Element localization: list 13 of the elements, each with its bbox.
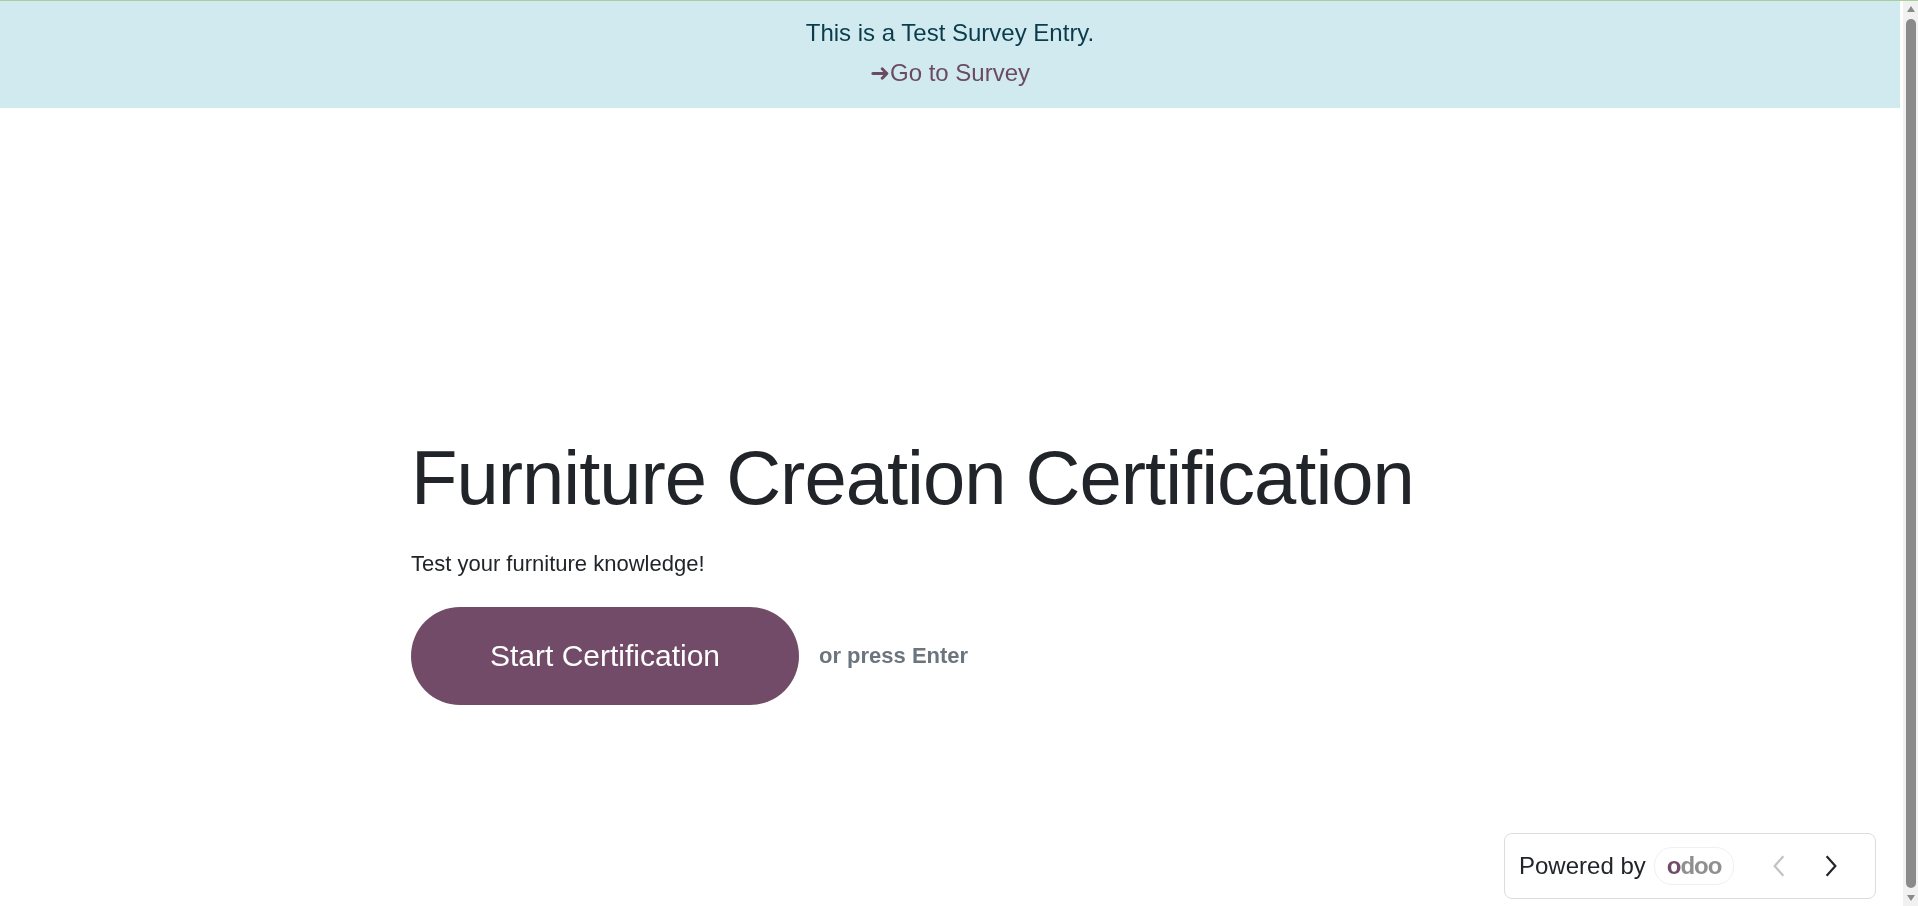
survey-description: Test your furniture knowledge! [411, 551, 706, 578]
next-icon[interactable] [1824, 854, 1839, 878]
odoo-logo[interactable]: odoo [1653, 847, 1735, 885]
banner-message: This is a Test Survey Entry. [805, 19, 1095, 47]
survey-title: Furniture Creation Certification [411, 434, 1415, 522]
scroll-thumb[interactable] [1905, 19, 1916, 888]
enter-hint: or press Enter [819, 643, 969, 670]
scroll-down-icon[interactable] [1905, 894, 1916, 902]
start-certification-button[interactable]: Start Certification [411, 607, 799, 706]
scrollbar[interactable] [1903, 1, 1918, 906]
powered-by-label: Powered by [1519, 852, 1646, 880]
go-to-survey-link[interactable]: ➜Go to Survey [869, 59, 1031, 87]
scroll-up-icon[interactable] [1905, 5, 1916, 13]
